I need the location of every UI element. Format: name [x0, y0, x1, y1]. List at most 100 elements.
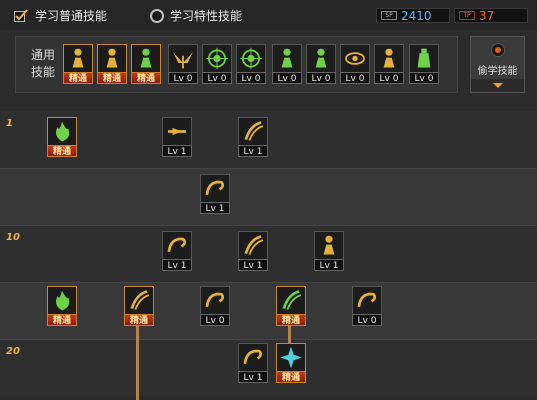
skill-level-badge: Lv 1 [162, 259, 192, 271]
level-marker: 20 [6, 346, 20, 357]
skill-slot[interactable]: Lv 0 [409, 44, 439, 84]
skill-level-badge: Lv 0 [340, 72, 370, 84]
skill-slot[interactable]: Lv 1 [238, 231, 268, 271]
tree-row [0, 282, 537, 339]
scythe-icon[interactable] [238, 117, 268, 146]
skill-slot[interactable]: Lv 0 [352, 286, 382, 326]
skill-level-badge: Lv 0 [272, 72, 302, 84]
muscle-icon[interactable] [374, 44, 404, 73]
sp-tag: SP [381, 11, 397, 20]
crosshair-icon[interactable] [236, 44, 266, 73]
skill-slot[interactable]: Lv 1 [200, 174, 230, 214]
skill-slot[interactable]: Lv 0 [306, 44, 336, 84]
skill-slot[interactable]: Lv 0 [340, 44, 370, 84]
skill-slot[interactable]: Lv 0 [202, 44, 232, 84]
skill-level-badge: Lv 1 [238, 371, 268, 383]
skill-level-badge: Lv 1 [238, 259, 268, 271]
skill-slot[interactable]: 精通 [63, 44, 93, 84]
skill-level-badge: Lv 1 [162, 145, 192, 157]
wings-icon[interactable] [168, 44, 198, 73]
steal-icon [491, 43, 505, 57]
skill-level-badge: Lv 0 [202, 72, 232, 84]
skill-level-badge: 精通 [124, 314, 154, 326]
learn-special-option[interactable]: 学习特性技能 [150, 7, 242, 24]
skill-level-badge: Lv 0 [200, 314, 230, 326]
skill-slot[interactable]: 精通 [47, 286, 77, 326]
learn-special-label: 学习特性技能 [170, 9, 243, 23]
leap-icon[interactable] [131, 44, 161, 73]
triple-claw-icon[interactable] [238, 231, 268, 260]
swirl-icon[interactable] [162, 231, 192, 260]
skill-window: 学习普通技能 学习特性技能 SP 2410 TP 37 通用技能 精通 精通 精通 L… [0, 0, 537, 400]
dropdown-arrow-icon[interactable] [471, 79, 524, 92]
crescent-icon[interactable] [352, 286, 382, 315]
skill-slot[interactable]: Lv 0 [168, 44, 198, 84]
skill-slot[interactable]: Lv 0 [236, 44, 266, 84]
base-icon[interactable] [47, 117, 77, 146]
skill-slot[interactable]: Lv 1 [162, 231, 192, 271]
target-icon[interactable] [202, 44, 232, 73]
skill-slot[interactable]: 精通 [124, 286, 154, 326]
skill-level-badge: Lv 0 [409, 72, 439, 84]
skill-slot[interactable]: 精通 [131, 44, 161, 84]
skill-link-line [288, 326, 291, 343]
tp-value: 37 [479, 8, 495, 23]
skill-level-badge: 精通 [131, 72, 161, 84]
skill-slot[interactable]: 精通 [97, 44, 127, 84]
green-claw-icon[interactable] [276, 286, 306, 315]
grapple-icon[interactable] [97, 44, 127, 73]
skill-slot[interactable]: 精通 [276, 286, 306, 326]
learn-normal-label: 学习普通技能 [35, 9, 108, 23]
skill-slot[interactable]: Lv 1 [238, 117, 268, 157]
tree-row [0, 339, 537, 396]
skill-level-badge: Lv 0 [168, 72, 198, 84]
lunge-icon[interactable] [314, 231, 344, 260]
tp-tag: TP [459, 11, 475, 20]
level-marker: 10 [6, 232, 20, 243]
learn-normal-option[interactable]: 学习普通技能 [14, 7, 107, 24]
arc-slash-icon[interactable] [238, 343, 268, 372]
skill-level-badge: Lv 0 [306, 72, 336, 84]
skill-level-badge: Lv 0 [374, 72, 404, 84]
skill-level-badge: 精通 [276, 371, 306, 383]
figure-icon[interactable] [272, 44, 302, 73]
skill-level-badge: 精通 [97, 72, 127, 84]
skill-slot[interactable]: Lv 0 [374, 44, 404, 84]
skill-level-badge: Lv 1 [314, 259, 344, 271]
slash-icon[interactable] [162, 117, 192, 146]
green-flame-icon[interactable] [47, 286, 77, 315]
skill-slot[interactable]: Lv 0 [200, 286, 230, 326]
skill-level-badge: Lv 0 [352, 314, 382, 326]
skill-slot[interactable]: 精通 [276, 343, 306, 383]
spin-slash-icon[interactable] [200, 174, 230, 203]
skill-slot[interactable]: Lv 1 [314, 231, 344, 271]
radio-icon [150, 8, 164, 23]
skill-slot[interactable]: Lv 1 [238, 343, 268, 383]
skill-level-badge: 精通 [276, 314, 306, 326]
skill-level-badge: 精通 [47, 314, 77, 326]
skill-level-badge: 精通 [63, 72, 93, 84]
cyan-burst-icon[interactable] [276, 343, 306, 372]
figure-shield-icon[interactable] [306, 44, 336, 73]
top-bar: 学习普通技能 学习特性技能 SP 2410 TP 37 [0, 0, 537, 30]
potion-icon[interactable] [409, 44, 439, 73]
checked-icon [14, 8, 29, 23]
eye-ring-icon[interactable] [340, 44, 370, 73]
crouch-icon[interactable] [63, 44, 93, 73]
skill-level-badge: 精通 [47, 145, 77, 157]
steal-label: 偷学技能 [477, 66, 518, 77]
rising-strike-icon[interactable] [124, 286, 154, 315]
tree-row [0, 225, 537, 282]
skill-link-line [136, 326, 139, 400]
skill-slot[interactable]: 精通 [47, 117, 77, 157]
skill-slot[interactable]: Lv 1 [162, 117, 192, 157]
level-marker: 1 [6, 118, 13, 129]
tree-row [0, 111, 537, 168]
wave-slash-icon[interactable] [200, 286, 230, 315]
tp-counter: TP 37 [454, 8, 528, 23]
steal-skill-button[interactable]: 偷学技能 [470, 36, 525, 93]
sp-counter: SP 2410 [376, 8, 450, 23]
tree-row [0, 168, 537, 225]
skill-level-badge: Lv 1 [238, 145, 268, 157]
skill-slot[interactable]: Lv 0 [272, 44, 302, 84]
